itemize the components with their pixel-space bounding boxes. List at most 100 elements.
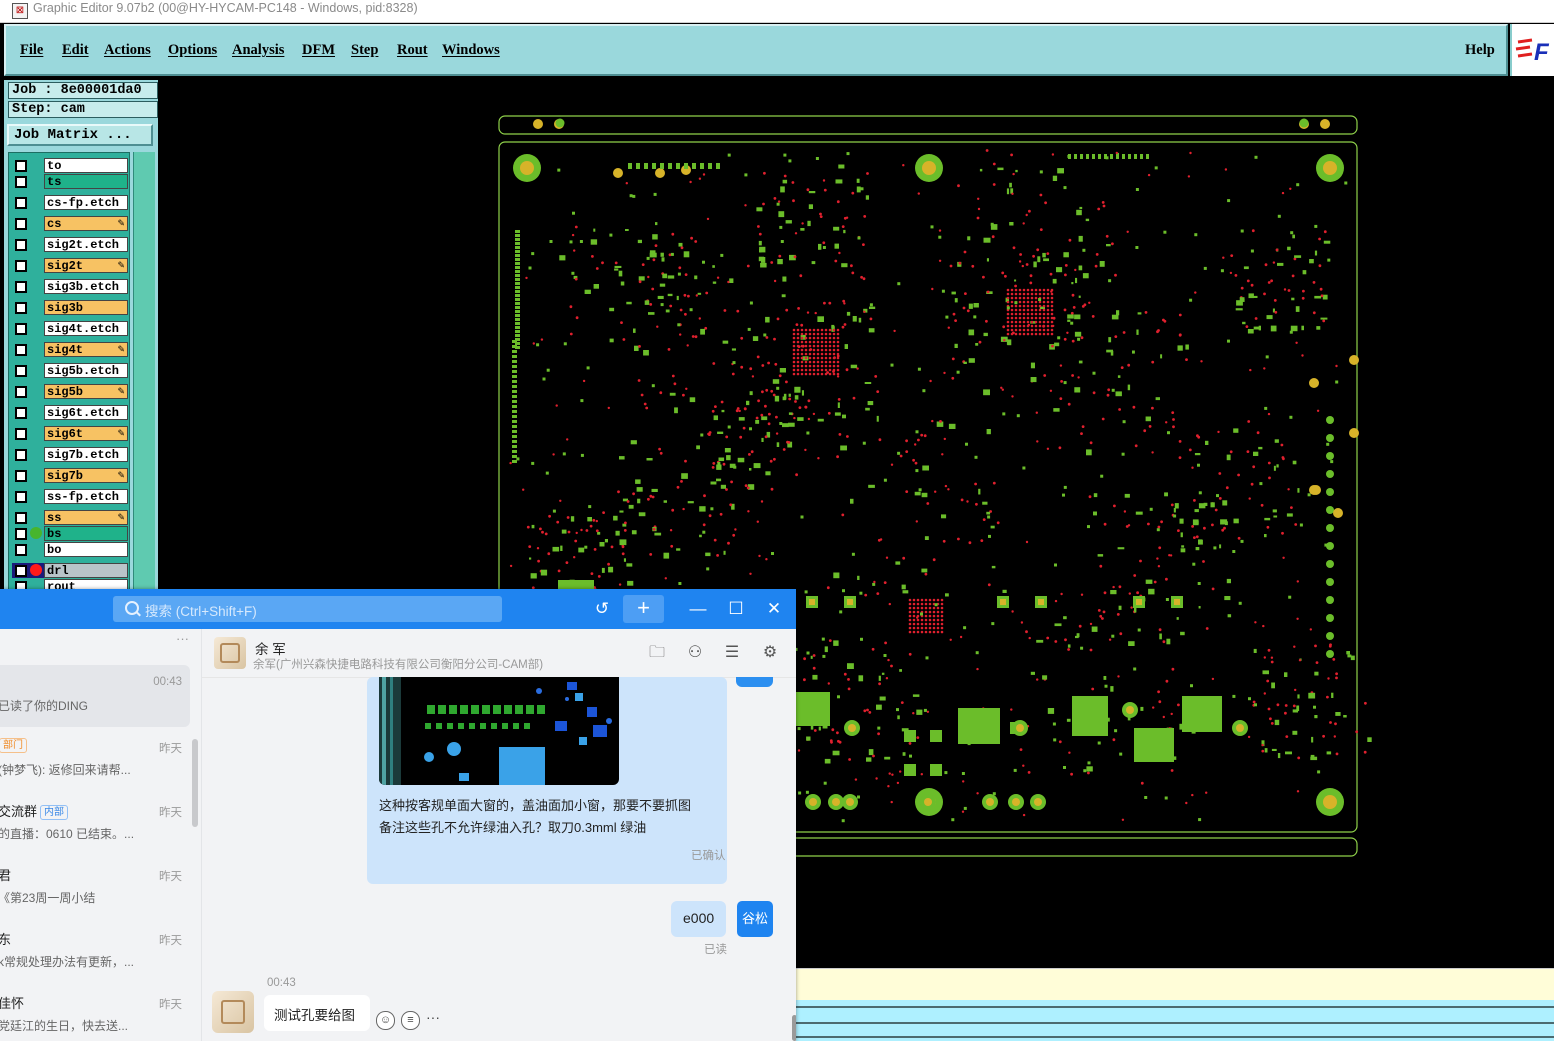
maximize-icon[interactable]: ☐ xyxy=(724,597,748,621)
menu-rout[interactable]: Rout xyxy=(397,42,428,59)
layer-name[interactable]: sig2t xyxy=(44,258,128,273)
layer-name[interactable]: drl xyxy=(44,563,128,578)
layer-row[interactable]: sig4t.etch xyxy=(12,321,128,336)
menu-dfm[interactable]: DFM xyxy=(302,42,335,59)
layer-checkbox[interactable] xyxy=(15,302,27,314)
layer-name[interactable]: sig7b.etch xyxy=(44,447,128,462)
layer-name[interactable]: sig2t.etch xyxy=(44,237,128,252)
settings-icon[interactable]: ⚙ xyxy=(760,643,780,663)
layer-name[interactable]: ts xyxy=(44,174,128,189)
layer-row[interactable]: sig6t.etch xyxy=(12,405,128,420)
layer-row[interactable]: cs ✎ xyxy=(12,216,128,231)
conversation-item[interactable]: 交流群 内部 的直播：0610 已结束。... 昨天 xyxy=(0,793,190,855)
layer-checkbox[interactable] xyxy=(15,565,27,577)
layer-checkbox[interactable] xyxy=(15,160,27,172)
layer-row[interactable]: to xyxy=(12,158,128,173)
layer-checkbox[interactable] xyxy=(15,512,27,524)
layer-name[interactable]: sig7b xyxy=(44,468,128,483)
minimize-icon[interactable]: — xyxy=(686,597,710,621)
layer-row[interactable]: bo xyxy=(12,542,128,557)
layer-name[interactable]: sig4t.etch xyxy=(44,321,128,336)
sender-avatar[interactable] xyxy=(212,991,254,1033)
emoji-reaction-icon[interactable]: ☺ xyxy=(376,1011,395,1030)
layer-row[interactable]: sig4t ✎ xyxy=(12,342,128,357)
add-button[interactable]: + xyxy=(623,595,664,623)
menu-edit[interactable]: Edit xyxy=(62,42,89,59)
layer-name[interactable]: cs xyxy=(44,216,128,231)
menu-options[interactable]: Options xyxy=(168,42,217,59)
layer-checkbox[interactable] xyxy=(15,260,27,272)
layer-list-scrollbar[interactable] xyxy=(133,152,155,595)
job-matrix-button[interactable]: Job Matrix ... xyxy=(7,124,153,146)
layer-name[interactable]: bo xyxy=(44,542,128,557)
layer-name[interactable]: sig5b xyxy=(44,384,128,399)
search-box[interactable]: 搜索 (Ctrl+Shift+F) xyxy=(113,596,502,622)
contact-avatar[interactable] xyxy=(214,637,246,669)
layer-row[interactable]: ts xyxy=(12,174,128,189)
layer-checkbox[interactable] xyxy=(15,449,27,461)
menu-help[interactable]: Help xyxy=(1465,42,1495,59)
layer-checkbox[interactable] xyxy=(15,176,27,188)
layer-row[interactable]: sig7b.etch xyxy=(12,447,128,462)
layer-name[interactable]: ss xyxy=(44,510,128,525)
my-avatar[interactable]: 谷松 xyxy=(737,901,773,937)
layer-name[interactable]: sig3b xyxy=(44,300,128,315)
list-more-icon[interactable]: ··· xyxy=(176,631,189,646)
layer-checkbox[interactable] xyxy=(15,239,27,251)
conversation-scrollbar[interactable] xyxy=(192,739,198,827)
conversation-item[interactable]: 已读了你的DING 00:43 xyxy=(0,665,190,727)
folder-icon[interactable]: 🗀 xyxy=(647,643,667,663)
menu-step[interactable]: Step xyxy=(351,42,378,59)
conversation-item[interactable]: 东 k常规处理办法有更新，... 昨天 xyxy=(0,921,190,983)
chat-scrollbar[interactable] xyxy=(792,1015,796,1041)
menu-file[interactable]: File xyxy=(20,42,43,59)
message-image[interactable] xyxy=(379,677,619,785)
layer-row[interactable]: sig2t.etch xyxy=(12,237,128,252)
layer-row[interactable]: sig7b ✎ xyxy=(12,468,128,483)
layer-row[interactable]: ss-fp.etch xyxy=(12,489,128,504)
layer-checkbox[interactable] xyxy=(15,218,27,230)
layer-name[interactable]: sig3b.etch xyxy=(44,279,128,294)
layer-name[interactable]: ss-fp.etch xyxy=(44,489,128,504)
layer-row[interactable]: sig3b xyxy=(12,300,128,315)
layer-row[interactable]: ss ✎ xyxy=(12,510,128,525)
window-title-bar[interactable]: ⊠ Graphic Editor 9.07b2 (00@HY-HYCAM-PC1… xyxy=(0,0,1554,23)
reply-icon[interactable]: ≡ xyxy=(401,1011,420,1030)
layer-name[interactable]: cs-fp.etch xyxy=(44,195,128,210)
layer-row[interactable]: sig3b.etch xyxy=(12,279,128,294)
layer-checkbox[interactable] xyxy=(15,281,27,293)
layer-checkbox[interactable] xyxy=(15,386,27,398)
conversation-item[interactable]: 君《第23周一周小结 昨天 xyxy=(0,857,190,919)
menu-actions[interactable]: Actions xyxy=(104,42,151,59)
menu-windows[interactable]: Windows xyxy=(442,42,500,59)
layer-row[interactable]: bs xyxy=(12,526,128,541)
conversation-item[interactable]: 佳怀 党廷江的生日，快去送... 昨天 xyxy=(0,985,190,1041)
add-member-icon[interactable]: ⚇ xyxy=(685,643,705,663)
layer-checkbox[interactable] xyxy=(15,544,27,556)
layer-row[interactable]: sig6t ✎ xyxy=(12,426,128,441)
layer-name[interactable]: sig5b.etch xyxy=(44,363,128,378)
layer-checkbox[interactable] xyxy=(15,528,27,540)
history-icon[interactable]: ↺ xyxy=(590,597,614,621)
layer-row[interactable]: drl xyxy=(12,563,128,578)
layer-name[interactable]: to xyxy=(44,158,128,173)
layer-checkbox[interactable] xyxy=(15,428,27,440)
layer-checkbox[interactable] xyxy=(15,407,27,419)
layer-checkbox[interactable] xyxy=(15,344,27,356)
layer-checkbox[interactable] xyxy=(15,365,27,377)
layer-row[interactable]: sig5b.etch xyxy=(12,363,128,378)
layer-row[interactable]: sig5b ✎ xyxy=(12,384,128,399)
layer-row[interactable]: cs-fp.etch xyxy=(12,195,128,210)
search-history-icon[interactable]: ☰ xyxy=(722,643,742,663)
layer-name[interactable]: sig6t xyxy=(44,426,128,441)
layer-name[interactable]: bs xyxy=(44,526,128,541)
more-actions-icon[interactable]: ··· xyxy=(426,1009,440,1025)
layer-name[interactable]: sig4t xyxy=(44,342,128,357)
close-icon[interactable]: ✕ xyxy=(762,597,786,621)
layer-row[interactable]: sig2t ✎ xyxy=(12,258,128,273)
layer-checkbox[interactable] xyxy=(15,197,27,209)
chat-window[interactable]: 搜索 (Ctrl+Shift+F) ↺ + — ☐ ✕ ··· 已读了你的DIN… xyxy=(0,589,796,1041)
layer-name[interactable]: sig6t.etch xyxy=(44,405,128,420)
layer-checkbox[interactable] xyxy=(15,470,27,482)
menu-analysis[interactable]: Analysis xyxy=(232,42,284,59)
